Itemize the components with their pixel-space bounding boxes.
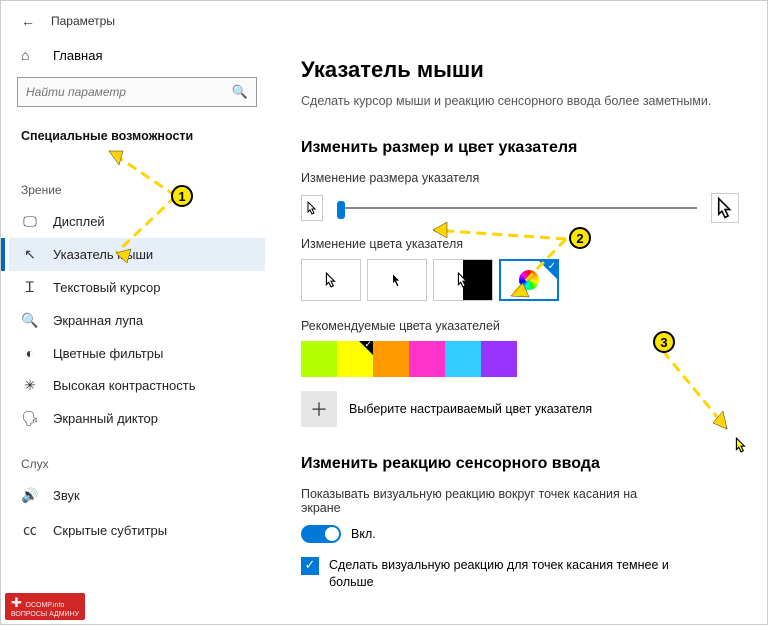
color-swatch[interactable] — [481, 341, 517, 377]
display-icon: 🖵 — [21, 213, 39, 230]
sidebar-category: Специальные возможности — [9, 121, 265, 151]
contrast-icon: ✳ — [21, 377, 39, 394]
annotation-badge-1: 1 — [171, 185, 193, 207]
sidebar-item-color-filters[interactable]: ◐ Цветные фильтры — [9, 337, 265, 369]
page-description: Сделать курсор мыши и реакцию сенсорного… — [301, 93, 739, 111]
sidebar-item-magnifier[interactable]: 🔍 Экранная лупа — [9, 304, 265, 337]
sidebar-item-text-cursor[interactable]: Ꮖ Текстовый курсор — [9, 271, 265, 304]
sidebar-item-high-contrast[interactable]: ✳ Высокая контрастность — [9, 369, 265, 402]
selected-check-icon — [539, 261, 557, 279]
pointer-size-slider[interactable] — [337, 198, 697, 218]
page-title: Указатель мыши — [301, 57, 739, 83]
color-swatch[interactable] — [337, 341, 373, 377]
color-swatch[interactable] — [373, 341, 409, 377]
touch-feedback-label: Показывать визуальную реакцию вокруг точ… — [301, 487, 661, 515]
pointer-color-black[interactable] — [367, 259, 427, 301]
color-label: Изменение цвета указателя — [301, 237, 739, 251]
toggle-state-label: Вкл. — [351, 527, 376, 541]
watermark: ✚ OCOMP.info ВОПРОСЫ АДМИНУ — [5, 593, 85, 620]
section-size-title: Изменить размер и цвет указателя — [301, 139, 739, 157]
sidebar-item-label: Высокая контрастность — [53, 378, 196, 393]
darker-feedback-checkbox[interactable]: ✓ — [301, 557, 319, 575]
sidebar-item-display[interactable]: 🖵 Дисплей — [9, 205, 265, 238]
search-input[interactable] — [26, 85, 232, 99]
sidebar-item-label: Текстовый курсор — [53, 280, 160, 295]
search-icon: 🔍 — [232, 84, 248, 100]
sidebar-item-label: Указатель мыши — [53, 247, 153, 262]
pointer-color-custom[interactable] — [499, 259, 559, 301]
watermark-plus: ✚ — [11, 595, 26, 610]
annotation-badge-2: 2 — [569, 227, 591, 249]
sidebar-item-audio[interactable]: 🔊 Звук — [9, 479, 265, 512]
custom-color-label: Выберите настраиваемый цвет указателя — [349, 402, 592, 416]
sidebar-home[interactable]: ⌂ Главная — [9, 41, 265, 69]
pointer-size-min-icon — [301, 195, 323, 221]
sidebar-item-label: Дисплей — [53, 214, 105, 229]
darker-feedback-label: Сделать визуальную реакцию для точек кас… — [329, 557, 669, 592]
main-content: Указатель мыши Сделать курсор мыши и реа… — [273, 41, 767, 624]
cursor-icon: ↖ — [21, 246, 39, 263]
sidebar: ⌂ Главная 🔍 Специальные возможности Зрен… — [1, 41, 273, 624]
color-swatch[interactable] — [409, 341, 445, 377]
captions-icon: ㏄ — [21, 520, 39, 540]
color-swatch[interactable] — [445, 341, 481, 377]
home-icon: ⌂ — [21, 47, 39, 63]
pointer-color-white[interactable] — [301, 259, 361, 301]
window-title: Параметры — [51, 14, 115, 28]
annotation-badge-3: 3 — [653, 331, 675, 353]
sidebar-item-label: Цветные фильтры — [53, 346, 163, 361]
sidebar-item-label: Скрытые субтитры — [53, 523, 167, 538]
sidebar-item-captions[interactable]: ㏄ Скрытые субтитры — [9, 512, 265, 548]
sidebar-item-narrator[interactable]: 🗣 Экранный диктор — [9, 402, 265, 435]
pointer-color-inverted[interactable] — [433, 259, 493, 301]
narrator-icon: 🗣 — [21, 410, 39, 427]
sidebar-group-hearing: Слух — [9, 449, 265, 479]
back-button[interactable]: ← — [21, 13, 35, 29]
text-cursor-icon: Ꮖ — [21, 279, 39, 296]
magnifier-icon: 🔍 — [21, 312, 39, 329]
recommended-label: Рекомендуемые цвета указателей — [301, 319, 739, 333]
sidebar-group-vision: Зрение — [9, 175, 265, 205]
search-input-wrapper[interactable]: 🔍 — [17, 77, 257, 107]
size-label: Изменение размера указателя — [301, 171, 739, 185]
sidebar-item-mouse-pointer[interactable]: ↖ Указатель мыши — [9, 238, 265, 271]
pointer-size-max-icon — [711, 193, 739, 223]
sidebar-home-label: Главная — [53, 48, 102, 63]
rainbow-icon — [519, 270, 539, 290]
sidebar-item-label: Экранная лупа — [53, 313, 143, 328]
speaker-icon: 🔊 — [21, 487, 39, 504]
annotation-cursor-icon — [735, 437, 747, 453]
sidebar-item-label: Экранный диктор — [53, 411, 158, 426]
sidebar-item-label: Звук — [53, 488, 80, 503]
touch-feedback-toggle[interactable] — [301, 525, 341, 543]
section-touch-title: Изменить реакцию сенсорного ввода — [301, 455, 739, 473]
add-custom-color-button[interactable]: ＋ — [301, 391, 337, 427]
color-swatch[interactable] — [301, 341, 337, 377]
color-filters-icon: ◐ — [21, 345, 39, 361]
